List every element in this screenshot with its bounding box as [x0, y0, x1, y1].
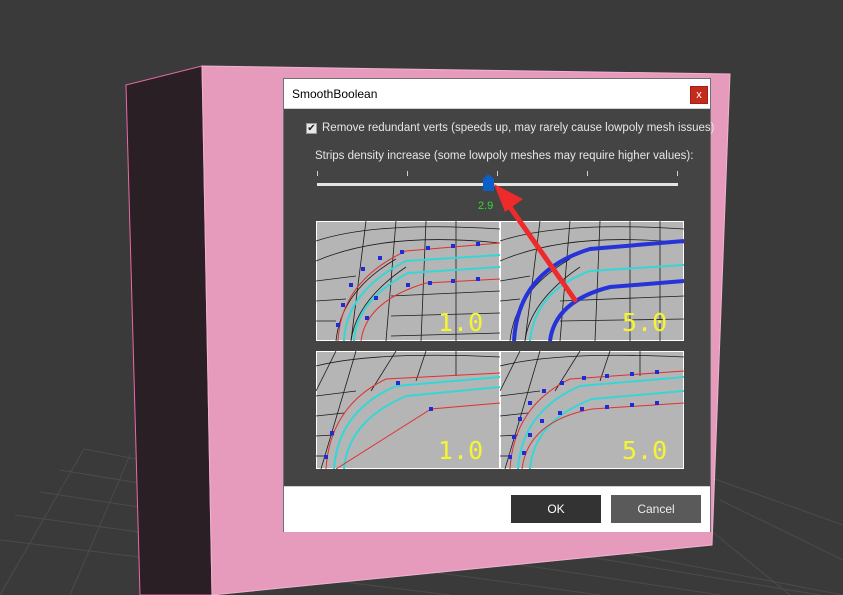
slider-tick — [497, 171, 498, 176]
dialog-titlebar[interactable]: SmoothBoolean x — [284, 79, 710, 109]
slider-tick — [317, 171, 318, 176]
slider-tick — [407, 171, 408, 176]
preview-top-right: 5.0 — [500, 221, 684, 341]
slider-tick — [677, 171, 678, 176]
cube-dark-face — [125, 65, 213, 595]
checkmark-icon: ✔ — [307, 123, 316, 134]
preview-top-left: 1.0 — [316, 221, 500, 341]
preview-top-right-label: 5.0 — [622, 308, 667, 337]
close-button[interactable]: x — [690, 86, 708, 104]
preview-bottom-right: 5.0 — [500, 351, 684, 469]
dialog-footer: OK Cancel — [284, 486, 710, 532]
strips-density-label: Strips density increase (some lowpoly me… — [315, 150, 694, 162]
remove-redundant-verts-checkbox[interactable]: ✔ — [306, 123, 317, 134]
slider-value: 2.9 — [478, 200, 494, 212]
preview-bottom-right-label: 5.0 — [622, 436, 667, 465]
close-icon: x — [696, 89, 702, 101]
remove-redundant-verts-label: Remove redundant verts (speeds up, may r… — [322, 122, 715, 134]
cancel-button[interactable]: Cancel — [611, 495, 701, 523]
smoothboolean-dialog: SmoothBoolean x ✔ Remove redundant verts… — [283, 78, 715, 532]
slider-tick — [587, 171, 588, 176]
preview-bottom-left-label: 1.0 — [438, 436, 483, 465]
preview-bottom-left: 1.0 — [316, 351, 500, 469]
preview-top-left-label: 1.0 — [438, 308, 483, 337]
dialog-title: SmoothBoolean — [292, 87, 378, 101]
ok-button[interactable]: OK — [511, 495, 601, 523]
strips-density-slider[interactable] — [317, 183, 678, 186]
slider-thumb-icon[interactable] — [483, 174, 494, 191]
